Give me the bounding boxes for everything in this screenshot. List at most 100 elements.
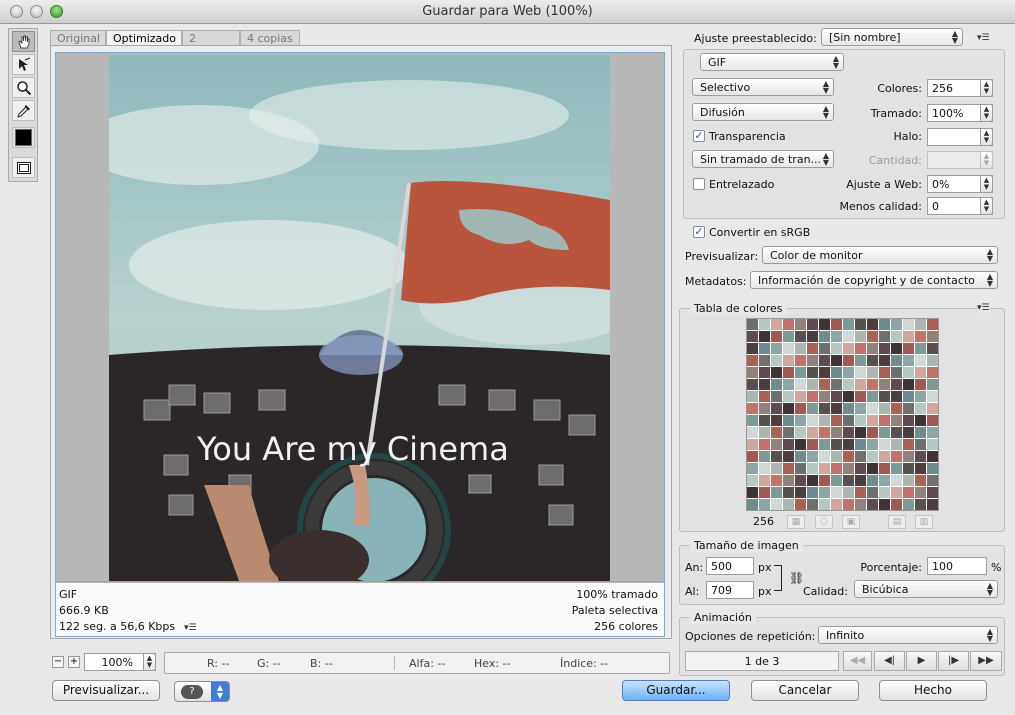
color-swatch[interactable] — [867, 343, 878, 354]
color-swatch[interactable] — [759, 319, 770, 330]
color-swatch[interactable] — [831, 379, 842, 390]
color-swatch[interactable] — [747, 403, 758, 414]
color-swatch[interactable] — [783, 391, 794, 402]
color-swatch[interactable] — [819, 475, 830, 486]
color-swatch[interactable] — [807, 379, 818, 390]
color-swatch[interactable] — [795, 355, 806, 366]
color-swatch[interactable] — [879, 331, 890, 342]
color-swatch[interactable] — [771, 487, 782, 498]
color-swatch[interactable] — [915, 367, 926, 378]
color-swatch[interactable] — [867, 403, 878, 414]
color-swatch[interactable] — [867, 475, 878, 486]
color-swatch[interactable] — [795, 331, 806, 342]
color-swatch[interactable] — [891, 379, 902, 390]
reduction-select[interactable]: Selectivo ▲ ▼ — [692, 78, 834, 96]
color-swatch[interactable] — [831, 451, 842, 462]
color-swatch[interactable] — [867, 499, 878, 510]
color-table-grid[interactable] — [746, 318, 939, 511]
color-swatch[interactable] — [891, 475, 902, 486]
color-swatch[interactable] — [783, 451, 794, 462]
color-swatch[interactable] — [927, 319, 938, 330]
lock-color-icon[interactable]: ▣ — [842, 515, 860, 529]
color-swatch[interactable] — [915, 475, 926, 486]
web-snap-field[interactable]: 0% ▲ ▼ — [927, 175, 993, 193]
color-swatch[interactable] — [843, 367, 854, 378]
width-field[interactable]: 500 — [706, 557, 754, 575]
color-swatch[interactable] — [819, 451, 830, 462]
quality-select[interactable]: Bicúbica ▲ ▼ — [854, 580, 998, 598]
color-swatch[interactable] — [891, 427, 902, 438]
color-swatch[interactable] — [843, 403, 854, 414]
color-swatch[interactable] — [771, 451, 782, 462]
color-swatch[interactable] — [855, 439, 866, 450]
color-swatch[interactable] — [771, 415, 782, 426]
color-swatch[interactable] — [915, 403, 926, 414]
slice-select-tool[interactable] — [12, 54, 35, 75]
color-swatch[interactable] — [795, 415, 806, 426]
color-swatch[interactable] — [795, 439, 806, 450]
color-swatch[interactable] — [759, 355, 770, 366]
color-swatch[interactable] — [807, 475, 818, 486]
color-swatch[interactable] — [843, 499, 854, 510]
color-swatch[interactable] — [855, 391, 866, 402]
color-swatch[interactable] — [843, 487, 854, 498]
color-swatch[interactable] — [759, 415, 770, 426]
color-swatch[interactable] — [807, 343, 818, 354]
color-swatch[interactable] — [903, 463, 914, 474]
color-swatch[interactable] — [903, 319, 914, 330]
color-swatch[interactable] — [807, 487, 818, 498]
color-swatch[interactable] — [783, 487, 794, 498]
color-swatch[interactable] — [771, 331, 782, 342]
color-swatch[interactable] — [783, 475, 794, 486]
color-swatch[interactable] — [819, 367, 830, 378]
color-swatch[interactable] — [795, 391, 806, 402]
loop-options-select[interactable]: Infinito ▲ ▼ — [818, 626, 998, 644]
format-select[interactable]: GIF ▲ ▼ — [700, 53, 844, 71]
color-swatch[interactable] — [747, 331, 758, 342]
color-swatch[interactable] — [855, 463, 866, 474]
color-swatch[interactable] — [867, 391, 878, 402]
color-swatch[interactable] — [843, 391, 854, 402]
eyedropper-tool[interactable] — [12, 100, 35, 121]
color-swatch[interactable] — [747, 487, 758, 498]
color-swatch[interactable] — [783, 379, 794, 390]
color-swatch[interactable] — [915, 319, 926, 330]
color-swatch[interactable] — [915, 463, 926, 474]
cancel-button[interactable]: Cancelar — [751, 680, 859, 701]
color-swatch[interactable] — [891, 355, 902, 366]
color-swatch[interactable] — [819, 439, 830, 450]
previous-frame-icon[interactable]: ◀| — [874, 651, 905, 671]
color-swatch[interactable] — [759, 487, 770, 498]
transparency-checkbox[interactable]: ✓ — [693, 130, 705, 142]
color-swatch[interactable] — [771, 367, 782, 378]
color-swatch[interactable] — [819, 415, 830, 426]
color-swatch[interactable] — [759, 331, 770, 342]
color-swatch[interactable] — [759, 499, 770, 510]
link-chain-icon[interactable]: ⛓ — [789, 571, 804, 585]
color-swatch[interactable] — [831, 499, 842, 510]
color-swatch[interactable] — [879, 439, 890, 450]
color-swatch[interactable] — [903, 331, 914, 342]
color-swatch[interactable] — [831, 331, 842, 342]
color-swatch[interactable] — [927, 331, 938, 342]
color-swatch[interactable] — [831, 367, 842, 378]
color-swatch[interactable] — [891, 367, 902, 378]
color-swatch[interactable] — [831, 475, 842, 486]
color-swatch[interactable] — [903, 427, 914, 438]
preview-select[interactable]: Color de monitor ▲ ▼ — [762, 246, 998, 264]
color-swatch[interactable] — [807, 499, 818, 510]
tab-optimizado[interactable]: Optimizado — [106, 30, 182, 46]
color-swatch[interactable] — [747, 343, 758, 354]
zoom-in-button[interactable]: + — [68, 656, 80, 668]
color-swatch[interactable] — [879, 367, 890, 378]
color-swatch[interactable] — [867, 355, 878, 366]
dither-field[interactable]: 100% ▲ ▼ — [927, 104, 993, 122]
color-swatch[interactable] — [795, 343, 806, 354]
color-swatch[interactable] — [855, 451, 866, 462]
color-swatch[interactable] — [927, 415, 938, 426]
color-swatch[interactable] — [867, 415, 878, 426]
color-swatch[interactable] — [867, 367, 878, 378]
color-swatch[interactable] — [819, 499, 830, 510]
color-swatch[interactable] — [879, 379, 890, 390]
color-swatch[interactable] — [903, 499, 914, 510]
